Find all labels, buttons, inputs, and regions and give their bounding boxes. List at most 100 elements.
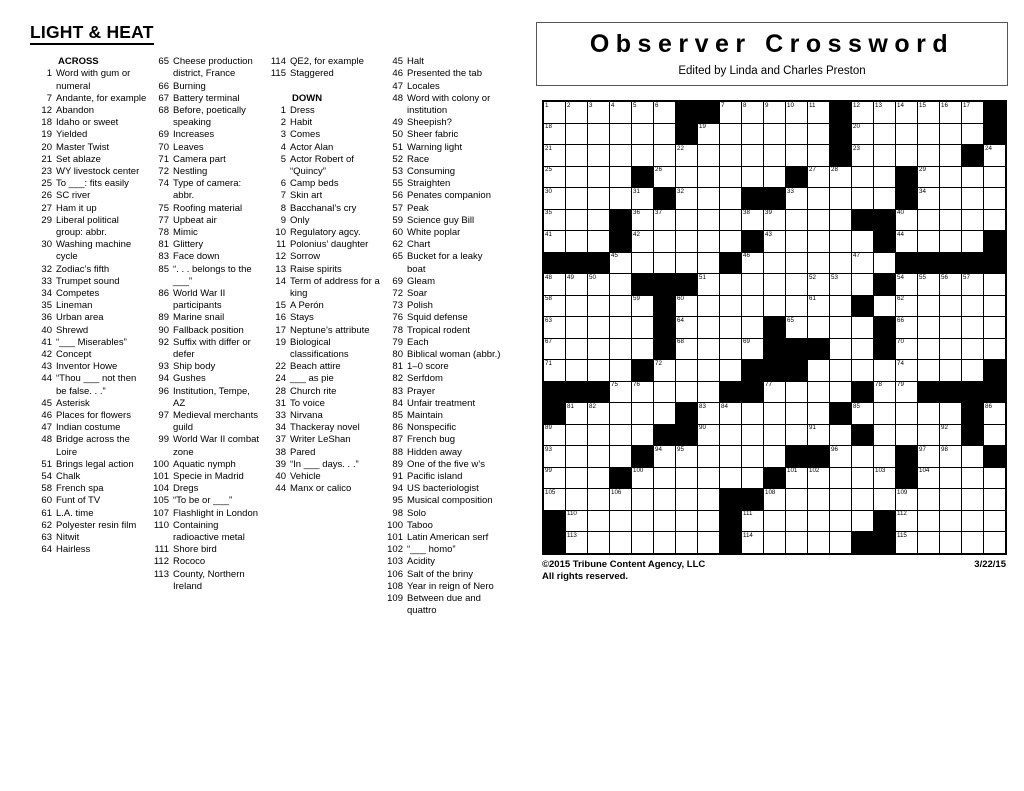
grid-cell[interactable]: 9 <box>764 102 786 124</box>
grid-cell[interactable] <box>566 231 588 253</box>
grid-cell[interactable]: 3 <box>588 102 610 124</box>
clue-across-105[interactable]: 105 “To be or ___” <box>147 495 264 507</box>
grid-cell[interactable] <box>720 123 742 146</box>
clue-across-1[interactable]: 1 Word with gum or numeral <box>30 68 147 92</box>
grid-cell[interactable]: 29 <box>918 166 940 189</box>
clue-across-12[interactable]: 12 Abandon <box>30 105 147 117</box>
grid-cell[interactable] <box>940 188 962 210</box>
grid-cell[interactable] <box>742 446 764 468</box>
grid-cell[interactable] <box>874 295 896 318</box>
grid-cell[interactable] <box>610 403 632 425</box>
grid-cell[interactable]: 90 <box>698 424 720 447</box>
clue-down-45[interactable]: 45 Halt <box>381 56 503 68</box>
grid-cell[interactable] <box>588 489 610 511</box>
clue-across-112[interactable]: 112 Rococo <box>147 556 264 568</box>
grid-cell[interactable]: 1 <box>544 102 566 124</box>
grid-cell[interactable] <box>676 532 698 554</box>
clue-down-85[interactable]: 85 Maintain <box>381 410 503 422</box>
grid-cell[interactable]: 17 <box>962 102 984 124</box>
grid-cell[interactable]: 111 <box>742 510 764 533</box>
grid-cell[interactable] <box>918 123 940 146</box>
clue-down-47[interactable]: 47 Locales <box>381 81 503 93</box>
grid-cell[interactable]: 96 <box>830 446 852 468</box>
grid-cell[interactable] <box>566 467 588 490</box>
grid-cell[interactable] <box>940 360 962 382</box>
grid-cell[interactable] <box>632 532 654 554</box>
grid-cell[interactable] <box>940 231 962 253</box>
grid-cell[interactable]: 114 <box>742 532 764 554</box>
grid-cell[interactable] <box>764 252 786 275</box>
grid-cell[interactable]: 81 <box>566 403 588 425</box>
grid-cell[interactable] <box>654 381 676 404</box>
grid-cell[interactable] <box>764 123 786 146</box>
grid-cell[interactable] <box>896 145 918 167</box>
clue-across-45[interactable]: 45 Asterisk <box>30 398 147 410</box>
grid-cell[interactable] <box>654 489 676 511</box>
grid-cell[interactable] <box>632 489 654 511</box>
grid-cell[interactable] <box>962 446 984 468</box>
grid-cell[interactable] <box>588 209 610 232</box>
clue-across-71[interactable]: 71 Camera part <box>147 154 264 166</box>
clue-down-60[interactable]: 60 White poplar <box>381 227 503 239</box>
grid-cell[interactable]: 95 <box>676 446 698 468</box>
grid-cell[interactable]: 56 <box>940 274 962 296</box>
clue-across-115[interactable]: 115 Staggered <box>264 68 381 80</box>
grid-cell[interactable] <box>676 489 698 511</box>
grid-cell[interactable] <box>632 424 654 447</box>
clue-across-107[interactable]: 107 Flashlight in London <box>147 508 264 520</box>
clue-down-8[interactable]: 8 Bacchanal’s cry <box>264 203 381 215</box>
grid-cell[interactable]: 42 <box>632 231 654 253</box>
clue-across-67[interactable]: 67 Battery terminal <box>147 93 264 105</box>
grid-cell[interactable]: 23 <box>852 145 874 167</box>
grid-cell[interactable] <box>830 510 852 533</box>
clue-across-18[interactable]: 18 Idaho or sweet <box>30 117 147 129</box>
grid-cell[interactable]: 98 <box>940 446 962 468</box>
grid-cell[interactable] <box>698 188 720 210</box>
clue-across-34[interactable]: 34 Competes <box>30 288 147 300</box>
grid-cell[interactable]: 31 <box>632 188 654 210</box>
grid-cell[interactable]: 49 <box>566 274 588 296</box>
clue-down-14[interactable]: 14 Term of address for a king <box>264 276 381 300</box>
grid-cell[interactable]: 59 <box>632 295 654 318</box>
grid-cell[interactable] <box>764 274 786 296</box>
clue-down-19[interactable]: 19 Biological classifications <box>264 337 381 361</box>
clue-across-47[interactable]: 47 Indian costume <box>30 422 147 434</box>
grid-cell[interactable]: 101 <box>786 467 808 490</box>
grid-cell[interactable] <box>962 338 984 361</box>
grid-cell[interactable] <box>720 188 742 210</box>
grid-cell[interactable]: 92 <box>940 424 962 447</box>
clue-across-27[interactable]: 27 Ham it up <box>30 203 147 215</box>
grid-cell[interactable] <box>786 231 808 253</box>
grid-cell[interactable] <box>610 188 632 210</box>
grid-cell[interactable] <box>786 532 808 554</box>
grid-cell[interactable] <box>830 188 852 210</box>
grid-cell[interactable] <box>632 338 654 361</box>
grid-cell[interactable] <box>676 510 698 533</box>
grid-cell[interactable] <box>632 252 654 275</box>
grid-cell[interactable] <box>698 532 720 554</box>
grid-cell[interactable] <box>874 252 896 275</box>
grid-cell[interactable]: 66 <box>896 317 918 339</box>
grid-cell[interactable] <box>984 295 1006 318</box>
grid-cell[interactable]: 85 <box>852 403 874 425</box>
grid-cell[interactable]: 27 <box>808 166 830 189</box>
clue-down-12[interactable]: 12 Sorrow <box>264 251 381 263</box>
grid-cell[interactable] <box>632 123 654 146</box>
clue-across-111[interactable]: 111 Shore bird <box>147 544 264 556</box>
clue-across-99[interactable]: 99 World War II combat zone <box>147 434 264 458</box>
clue-across-54[interactable]: 54 Chalk <box>30 471 147 483</box>
grid-cell[interactable]: 20 <box>852 123 874 146</box>
grid-cell[interactable] <box>874 166 896 189</box>
clue-down-17[interactable]: 17 Neptune’s attribute <box>264 325 381 337</box>
grid-cell[interactable] <box>962 123 984 146</box>
grid-cell[interactable] <box>940 166 962 189</box>
grid-cell[interactable] <box>830 295 852 318</box>
clue-down-69[interactable]: 69 Gleam <box>381 276 503 288</box>
grid-cell[interactable] <box>566 123 588 146</box>
grid-cell[interactable] <box>720 231 742 253</box>
grid-cell[interactable] <box>940 317 962 339</box>
grid-cell[interactable] <box>566 188 588 210</box>
grid-cell[interactable] <box>566 166 588 189</box>
grid-cell[interactable] <box>610 338 632 361</box>
grid-cell[interactable] <box>918 317 940 339</box>
